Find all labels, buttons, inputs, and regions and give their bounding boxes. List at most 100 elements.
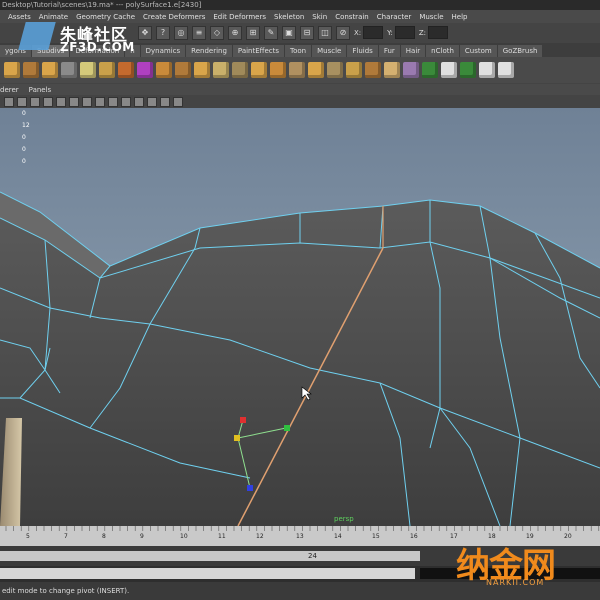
- zf3d-logo: 朱峰社区 ZF3D.COM: [18, 20, 144, 54]
- shelf-tool-icon[interactable]: [61, 62, 77, 78]
- x-field[interactable]: [363, 26, 384, 39]
- shelf-tool-icon[interactable]: [365, 62, 381, 78]
- mesh-render: [0, 191, 600, 526]
- time-tick-label: 5: [26, 533, 30, 540]
- panel-menu: derer Panels: [0, 84, 600, 95]
- panel-tool-icon[interactable]: [121, 96, 131, 107]
- question-icon[interactable]: ?: [156, 25, 170, 40]
- menu-item[interactable]: Help: [448, 13, 472, 21]
- shelf-tab[interactable]: Toon: [285, 45, 312, 57]
- command-input[interactable]: [0, 568, 415, 579]
- z-field[interactable]: [428, 26, 449, 39]
- tool-icon[interactable]: ⊘: [336, 25, 350, 40]
- shelf-tool-icon[interactable]: [23, 62, 39, 78]
- viewport-persp[interactable]: 0 12 0 0 0 persp: [0, 108, 600, 526]
- shelf-tool-icon[interactable]: [460, 62, 476, 78]
- shelf-tool-icon[interactable]: [289, 62, 305, 78]
- panel-tool-icon[interactable]: [69, 96, 79, 107]
- x-coordinate: X:: [354, 26, 384, 39]
- panel-tool-icon[interactable]: [95, 96, 105, 107]
- hud-value: 0: [22, 134, 26, 141]
- panel-tool-icon[interactable]: [30, 96, 40, 107]
- tool-icon[interactable]: ⊞: [246, 25, 260, 40]
- menu-item[interactable]: Skin: [308, 13, 331, 21]
- shelf-tool-icon[interactable]: [194, 62, 210, 78]
- shelf-tool-icon[interactable]: [327, 62, 343, 78]
- panel-tool-icon[interactable]: [173, 96, 183, 107]
- tool-icon[interactable]: ✎: [264, 25, 278, 40]
- tool-icon[interactable]: ⊕: [228, 25, 242, 40]
- tool-icon[interactable]: ◎: [174, 25, 188, 40]
- panel-tool-icon[interactable]: [56, 96, 66, 107]
- panel-menu-item[interactable]: Panels: [29, 86, 52, 94]
- panel-tool-icon[interactable]: [43, 96, 53, 107]
- shelf-tool-icon[interactable]: [479, 62, 495, 78]
- panel-tool-icon[interactable]: [147, 96, 157, 107]
- hud-value: 0: [22, 110, 26, 117]
- tool-icon[interactable]: ◇: [210, 25, 224, 40]
- shelf-tool-icon[interactable]: [498, 62, 514, 78]
- hud-value: 12: [22, 122, 30, 129]
- shelf-tool-icon[interactable]: [270, 62, 286, 78]
- shelf-tool-icon[interactable]: [4, 62, 20, 78]
- tool-icon[interactable]: ≡: [192, 25, 206, 40]
- shelf-tool-icon[interactable]: [175, 62, 191, 78]
- shelf-tab[interactable]: Rendering: [186, 45, 232, 57]
- hud-value: 0: [22, 158, 26, 165]
- time-tick-label: 8: [102, 533, 106, 540]
- shelf-tab[interactable]: Fluids: [347, 45, 378, 57]
- shelf-tool-icon[interactable]: [42, 62, 58, 78]
- pivot-handle-y: [284, 425, 290, 431]
- shelf-tool-icon[interactable]: [80, 62, 96, 78]
- shelf-tool-icon[interactable]: [156, 62, 172, 78]
- narkii-watermark: 纳金网 NARKII.COM: [456, 538, 594, 590]
- shelf-tool-icon[interactable]: [232, 62, 248, 78]
- tool-icon[interactable]: ▣: [282, 25, 296, 40]
- shelf-tab[interactable]: GoZBrush: [497, 45, 543, 57]
- shelf-tab[interactable]: nCloth: [426, 45, 459, 57]
- menu-item[interactable]: Edit Deformers: [209, 13, 270, 21]
- shelf-tab[interactable]: Muscle: [312, 45, 347, 57]
- shelf-tab[interactable]: Fur: [378, 45, 400, 57]
- panel-tool-icon[interactable]: [108, 96, 118, 107]
- shelf-tab[interactable]: Hair: [400, 45, 426, 57]
- shelf-tab[interactable]: PaintEffects: [232, 45, 285, 57]
- menu-item[interactable]: Character: [373, 13, 416, 21]
- shelf-tool-icon[interactable]: [99, 62, 115, 78]
- y-field[interactable]: [394, 26, 415, 39]
- shelf-tool-icon[interactable]: [422, 62, 438, 78]
- menu-item[interactable]: Create Deformers: [139, 13, 209, 21]
- panel-tool-icon[interactable]: [134, 96, 144, 107]
- shelf-tab[interactable]: Custom: [459, 45, 497, 57]
- shelf-tool-icon[interactable]: [346, 62, 362, 78]
- shelf-tool-icon[interactable]: [137, 62, 153, 78]
- menu-item[interactable]: Muscle: [415, 13, 447, 21]
- pivot-handle-z: [247, 485, 253, 491]
- shelf-tool-icon[interactable]: [251, 62, 267, 78]
- shelf-tool-icon[interactable]: [384, 62, 400, 78]
- menu-item[interactable]: Constrain: [331, 13, 373, 21]
- panel-tool-icon[interactable]: [4, 96, 14, 107]
- panel-tool-icon[interactable]: [160, 96, 170, 107]
- shelf-tool-icon[interactable]: [441, 62, 457, 78]
- panel-menu-item[interactable]: derer: [0, 86, 19, 94]
- panel-tool-icon[interactable]: [82, 96, 92, 107]
- tool-icon[interactable]: ⊟: [300, 25, 314, 40]
- range-value: 24: [308, 552, 317, 560]
- shelf-tool-icon[interactable]: [118, 62, 134, 78]
- shelf: [0, 57, 600, 83]
- z-label: Z:: [418, 28, 427, 37]
- y-label: Y:: [387, 28, 393, 37]
- shelf-tab[interactable]: Dynamics: [140, 45, 186, 57]
- menu-item[interactable]: Skeleton: [270, 13, 308, 21]
- range-track[interactable]: [0, 551, 420, 561]
- panel-tool-icon[interactable]: [17, 96, 27, 107]
- shelf-tool-icon[interactable]: [213, 62, 229, 78]
- x-label: X:: [354, 28, 362, 37]
- shelf-tool-icon[interactable]: [403, 62, 419, 78]
- tool-icon[interactable]: ◫: [318, 25, 332, 40]
- pivot-handle-x: [240, 417, 246, 423]
- shelf-tool-icon[interactable]: [308, 62, 324, 78]
- time-tick-label: 15: [372, 533, 380, 540]
- z-coordinate: Z:: [418, 26, 449, 39]
